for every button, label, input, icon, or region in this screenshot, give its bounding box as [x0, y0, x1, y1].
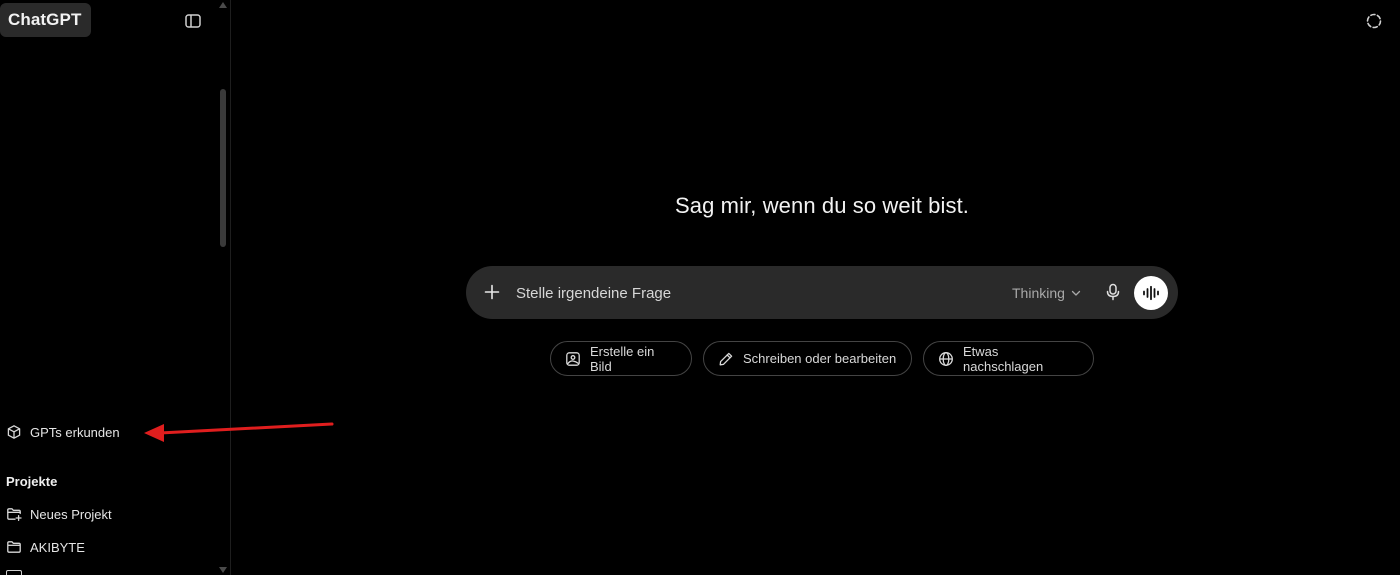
annotation-arrow: [144, 422, 334, 442]
dictate-button[interactable]: [1102, 281, 1124, 303]
suggestion-look-something-up[interactable]: Etwas nachschlagen: [923, 341, 1094, 376]
sidebar-scrollbar[interactable]: [217, 0, 229, 575]
dashed-circle-icon: [1366, 13, 1382, 29]
prompt-input[interactable]: [514, 280, 938, 306]
sidebar-item-label: GPTs erkunden: [30, 424, 120, 440]
sidebar-item-project-akibyte[interactable]: AKIBYTE: [6, 535, 85, 559]
sidebar-item-explore-gpts[interactable]: GPTs erkunden: [6, 420, 120, 444]
sidebar-item-label: Neues Projekt: [30, 506, 112, 522]
suggestion-label: Schreiben oder bearbeiten: [743, 351, 897, 366]
temporary-chat-button[interactable]: [1363, 10, 1385, 32]
scroll-thumb[interactable]: [220, 89, 226, 247]
suggestion-write-or-edit[interactable]: Schreiben oder bearbeiten: [703, 341, 912, 376]
model-select[interactable]: Thinking: [1012, 282, 1081, 304]
suggestion-label: Erstelle ein Bild: [590, 343, 655, 374]
projects-heading: Projekte: [6, 474, 58, 489]
add-attachment-button[interactable]: [480, 280, 504, 304]
pencil-icon: [718, 351, 734, 367]
folder-icon: [6, 539, 22, 555]
suggestion-create-image[interactable]: Erstelle ein Bild: [550, 341, 692, 376]
globe-icon: [938, 351, 954, 367]
image-icon: [565, 351, 581, 367]
sidebar: ChatGPT GPTs erkunden Projekte Neues Pro…: [0, 0, 231, 575]
plus-icon: [484, 284, 500, 300]
model-select-label: Thinking: [1012, 285, 1065, 301]
sidebar-item-label: AKIBYTE: [30, 539, 85, 555]
voice-mode-button[interactable]: [1134, 276, 1168, 310]
microphone-icon: [1106, 283, 1120, 301]
composer: Thinking: [466, 266, 1178, 319]
sidebar-toggle-button[interactable]: [182, 10, 204, 32]
sidebar-item-new-project[interactable]: Neues Projekt: [6, 502, 112, 526]
brand-logo[interactable]: ChatGPT: [0, 3, 92, 37]
scroll-up-arrow-icon[interactable]: [219, 2, 227, 8]
waveform-icon: [1143, 285, 1159, 301]
sidebar-toggle-icon: [185, 14, 201, 28]
app-window: ChatGPT GPTs erkunden Projekte Neues Pro…: [0, 0, 1400, 575]
chevron-down-icon: [1071, 288, 1081, 298]
folder-icon: [6, 570, 22, 575]
folder-plus-icon: [6, 506, 22, 522]
scroll-down-arrow-icon[interactable]: [219, 567, 227, 573]
page-title: Sag mir, wenn du so weit bist.: [674, 193, 970, 218]
suggestion-label: Etwas nachschlagen: [963, 343, 1044, 374]
cube-icon: [6, 424, 22, 440]
